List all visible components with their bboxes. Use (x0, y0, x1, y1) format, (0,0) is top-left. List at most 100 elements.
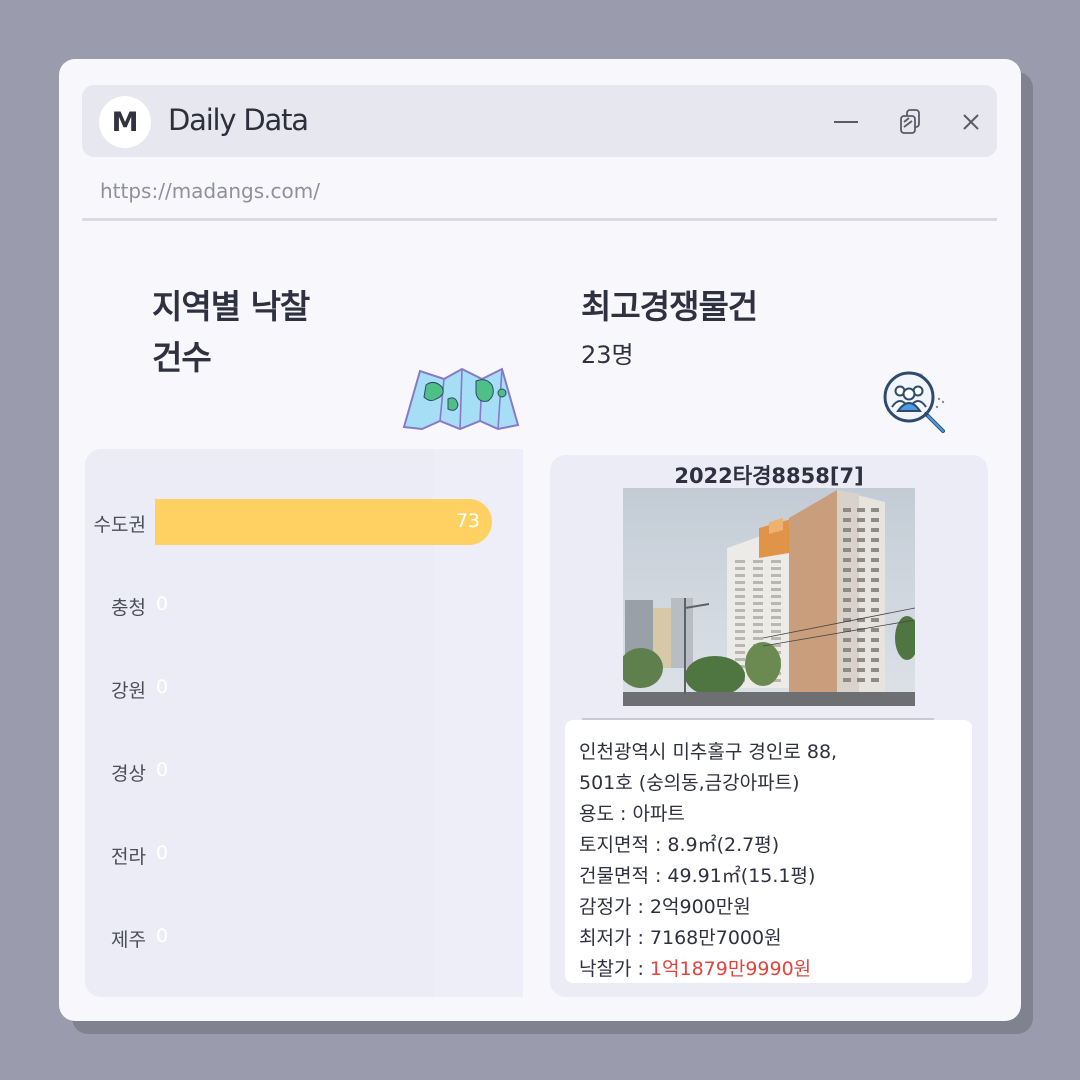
building-window (871, 508, 879, 512)
building-window (771, 581, 781, 584)
building-window (857, 638, 865, 642)
appraisal-label: 감정가 : (579, 896, 650, 918)
bar-value-label: 0 (156, 842, 169, 864)
building-window (753, 581, 763, 584)
building-window (735, 623, 745, 626)
bar-category-label: 수도권 (93, 514, 146, 536)
top-competition-panel: 2022타경8858[7] 인천광역시 미추홀구 경인로 88, 501호 (숭… (550, 455, 988, 997)
bar-row: 전라 0 (85, 831, 523, 877)
land-area-value: 8.9㎡(2.7평) (667, 834, 780, 856)
building-window (843, 548, 851, 552)
building-window (753, 630, 763, 633)
bar-category-label: 제주 (111, 929, 146, 951)
building-window (871, 578, 879, 582)
building-window (857, 668, 865, 672)
building-window (753, 567, 763, 570)
url-text[interactable]: https://madangs.com/ (100, 179, 320, 203)
building-window (843, 648, 851, 652)
building-window (843, 658, 851, 662)
building-window (857, 658, 865, 662)
restore-button[interactable] (894, 105, 928, 139)
app-window: M Daily Data https://madangs.com/ 지역별 낙찰… (59, 59, 1021, 1021)
building-window (771, 637, 781, 640)
building-window (735, 651, 745, 654)
minimize-button[interactable] (829, 105, 863, 139)
building-window (735, 560, 745, 563)
building-window (871, 618, 879, 622)
building-window (843, 598, 851, 602)
bar-row: 강원 0 (85, 665, 523, 711)
building-window (843, 678, 851, 682)
building-window (771, 560, 781, 563)
right-card-title: 최고경쟁물건 (581, 287, 758, 326)
building-area-value: 49.91㎡(15.1평) (667, 865, 816, 887)
usage-value: 아파트 (632, 803, 685, 825)
land-area-label: 토지면적 : (579, 834, 668, 856)
building-window (771, 609, 781, 612)
url-divider (82, 218, 997, 221)
left-card-title: 지역별 낙찰 건수 (152, 281, 310, 383)
case-number[interactable]: 2022타경8858[7] (550, 460, 988, 490)
building-window (871, 558, 879, 562)
building-window (871, 538, 879, 542)
building-window (753, 623, 763, 626)
building-window (735, 658, 745, 661)
bar-value-label: 0 (156, 925, 169, 947)
minimum-price-row: 최저가 : 7168만7000원 (579, 923, 782, 950)
building-window (871, 588, 879, 592)
building-window (871, 518, 879, 522)
building-window (871, 638, 879, 642)
bar-row: 제주 0 (85, 914, 523, 960)
building-window (857, 568, 865, 572)
building-window (735, 609, 745, 612)
building-window (735, 588, 745, 591)
bar-value-label: 0 (156, 759, 169, 781)
building-window (857, 508, 865, 512)
bar-row: 경상 0 (85, 748, 523, 794)
building-window (857, 678, 865, 682)
people-search-icon (883, 371, 945, 433)
app-logo: M (99, 96, 151, 148)
building-window (871, 568, 879, 572)
competitor-count: 23명 (581, 341, 634, 369)
land-area-row: 토지면적 : 8.9㎡(2.7평) (579, 830, 779, 857)
building-window (753, 588, 763, 591)
building-window (843, 538, 851, 542)
building-window (857, 608, 865, 612)
building-window (857, 518, 865, 522)
winning-bid-value: 1억1879만9990원 (649, 958, 812, 980)
building-window (871, 678, 879, 682)
bar-category-label: 경상 (111, 763, 146, 785)
building-window (843, 638, 851, 642)
building-window (871, 668, 879, 672)
building-window (857, 648, 865, 652)
building-window (771, 567, 781, 570)
building-window (735, 637, 745, 640)
building-window (771, 630, 781, 633)
bar-value-label: 0 (156, 593, 169, 615)
building-window (735, 567, 745, 570)
building-window (857, 528, 865, 532)
region-chart-panel: 수도권 73 충청 0 강원 0 경상 0 전라 0 제주 0 (85, 449, 523, 997)
minimum-price-label: 최저가 : (579, 927, 650, 949)
bar-row: 충청 0 (85, 582, 523, 628)
building-window (871, 648, 879, 652)
building-window (735, 574, 745, 577)
map-icon (402, 367, 520, 431)
bar-category-label: 강원 (111, 680, 146, 702)
building-window (843, 508, 851, 512)
bar-value-label: 73 (455, 510, 480, 532)
building-window (753, 609, 763, 612)
building-window (843, 578, 851, 582)
building-window (871, 598, 879, 602)
building-window (857, 558, 865, 562)
building-window (735, 581, 745, 584)
address-line-1: 인천광역시 미추홀구 경인로 88, (579, 741, 838, 763)
building-window (771, 595, 781, 598)
close-button[interactable] (954, 105, 988, 139)
building-window (857, 538, 865, 542)
building-area-row: 건물면적 : 49.91㎡(15.1평) (579, 861, 815, 888)
appraisal-row: 감정가 : 2억900만원 (579, 892, 751, 919)
building-window (735, 616, 745, 619)
restore-icon (900, 109, 920, 134)
